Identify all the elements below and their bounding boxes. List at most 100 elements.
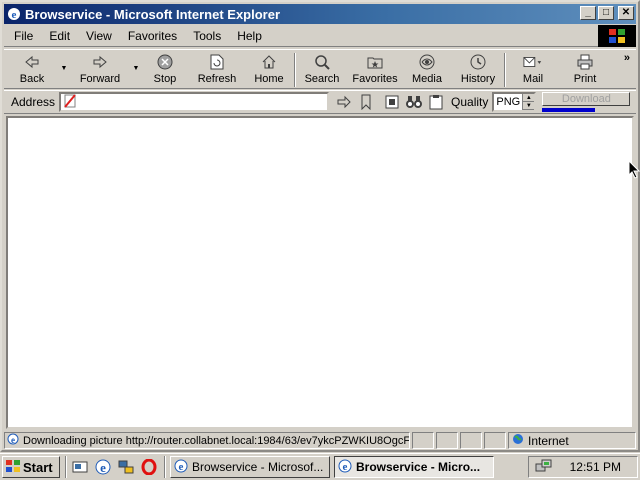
maximize-button[interactable]: □: [598, 6, 614, 20]
spin-up-icon[interactable]: ▲: [523, 94, 535, 102]
window-title: Browservice - Microsoft Internet Explore…: [25, 6, 281, 22]
toolbar-more-chevron[interactable]: »: [624, 52, 630, 64]
svg-text:e: e: [343, 461, 348, 473]
network-tray-icon[interactable]: [535, 458, 553, 477]
security-zone: Internet: [508, 432, 636, 449]
menu-edit[interactable]: Edit: [41, 29, 78, 43]
task-button-browservice-1[interactable]: e Browservice - Microsof...: [170, 456, 330, 478]
stop-icon: [155, 53, 175, 71]
status-text: Downloading picture http://router.collab…: [23, 434, 410, 447]
home-icon: [259, 53, 279, 71]
start-label: Start: [23, 459, 53, 475]
clock[interactable]: 12:51 PM: [570, 460, 621, 474]
menu-favorites[interactable]: Favorites: [120, 29, 185, 43]
ie-icon: e: [338, 459, 352, 476]
taskbar: Start e e Browservice - Microsof... e Br…: [0, 453, 640, 480]
page-loading-icon: e: [7, 433, 19, 448]
status-cell: [460, 432, 482, 449]
print-button[interactable]: Print: [560, 50, 610, 88]
favorites-button[interactable]: Favorites: [348, 50, 402, 88]
favorites-label: Favorites: [352, 73, 398, 85]
media-label: Media: [412, 73, 442, 85]
back-button[interactable]: Back: [4, 50, 60, 88]
browser-window: e Browservice - Microsoft Internet Explo…: [0, 0, 640, 452]
opera-icon[interactable]: [139, 457, 159, 477]
svg-text:e: e: [100, 460, 106, 475]
forward-button[interactable]: Forward: [68, 50, 132, 88]
mail-button[interactable]: Mail: [506, 50, 560, 88]
chevron-down-icon: ▼: [132, 65, 140, 72]
quality-label: Quality: [451, 95, 489, 109]
forward-dropdown[interactable]: ▼: [132, 50, 140, 88]
system-tray: 12:51 PM: [528, 456, 638, 478]
download-progress-bar: [542, 108, 596, 112]
task-label: Browservice - Micro...: [356, 460, 481, 474]
back-label: Back: [19, 73, 45, 85]
home-label: Home: [254, 73, 284, 85]
start-button[interactable]: Start: [2, 456, 60, 478]
download-area: Download: [542, 92, 631, 112]
spin-down-icon[interactable]: ▼: [523, 102, 535, 110]
bookmark-icon[interactable]: [357, 93, 375, 111]
search-icon: [312, 53, 332, 71]
search-button[interactable]: Search: [296, 50, 348, 88]
taskbar-separator: [164, 456, 166, 478]
menu-tools[interactable]: Tools: [185, 29, 229, 43]
menu-view[interactable]: View: [78, 29, 120, 43]
page-info-icon[interactable]: [383, 93, 401, 111]
menu-bar: File Edit View Favorites Tools Help: [4, 25, 636, 47]
status-cell: [412, 432, 434, 449]
printer-icon: [575, 53, 595, 71]
show-desktop-icon[interactable]: [70, 457, 90, 477]
close-button[interactable]: ✕: [618, 6, 634, 20]
refresh-label: Refresh: [197, 73, 237, 85]
history-icon: [468, 53, 488, 71]
windows-logo-icon: [598, 25, 636, 47]
network-icon[interactable]: [116, 457, 136, 477]
page-content-area[interactable]: [6, 116, 634, 429]
task-button-browservice-2[interactable]: e Browservice - Micro...: [334, 456, 494, 478]
forward-label: Forward: [79, 73, 121, 85]
find-binoculars-icon[interactable]: [405, 93, 423, 111]
address-label: Address: [11, 95, 56, 109]
address-bar: Address Quality PNG ▲ ▼ Download: [4, 90, 636, 114]
media-icon: [417, 53, 437, 71]
taskbar-separator: [65, 456, 67, 478]
menu-help[interactable]: Help: [229, 29, 270, 43]
history-button[interactable]: History: [452, 50, 504, 88]
quality-spinner[interactable]: ▲ ▼: [522, 94, 535, 110]
stop-button[interactable]: Stop: [140, 50, 190, 88]
quality-select[interactable]: PNG ▲ ▼: [492, 92, 537, 112]
back-dropdown[interactable]: ▼: [60, 50, 68, 88]
home-button[interactable]: Home: [244, 50, 294, 88]
print-label: Print: [573, 73, 597, 85]
chevron-down-icon: ▼: [60, 65, 68, 72]
ie-icon: e: [174, 459, 188, 476]
status-bar: e Downloading picture http://router.coll…: [4, 431, 636, 450]
windows-logo-icon: [5, 459, 21, 476]
download-button[interactable]: Download: [542, 92, 631, 106]
svg-text:e: e: [11, 435, 15, 445]
zone-label: Internet: [528, 433, 569, 448]
media-button[interactable]: Media: [402, 50, 452, 88]
menu-file[interactable]: File: [4, 29, 41, 43]
task-label: Browservice - Microsof...: [192, 460, 324, 474]
title-bar[interactable]: e Browservice - Microsoft Internet Explo…: [4, 4, 636, 24]
internet-explorer-icon[interactable]: e: [93, 457, 113, 477]
history-label: History: [460, 73, 496, 85]
address-input[interactable]: [59, 92, 330, 112]
search-label: Search: [304, 73, 340, 85]
forward-arrow-icon: [90, 53, 110, 71]
refresh-button[interactable]: Refresh: [190, 50, 244, 88]
favorites-folder-icon: [365, 53, 385, 71]
svg-text:e: e: [179, 461, 184, 473]
globe-icon: [512, 433, 524, 448]
broken-page-icon: [63, 93, 77, 111]
mail-icon: [523, 53, 543, 71]
stop-label: Stop: [153, 73, 177, 85]
status-cell: [436, 432, 458, 449]
clipboard-icon[interactable]: [427, 93, 445, 111]
go-arrow-icon[interactable]: [335, 93, 353, 111]
minimize-button[interactable]: _: [580, 6, 596, 20]
status-text-panel: e Downloading picture http://router.coll…: [4, 432, 410, 449]
